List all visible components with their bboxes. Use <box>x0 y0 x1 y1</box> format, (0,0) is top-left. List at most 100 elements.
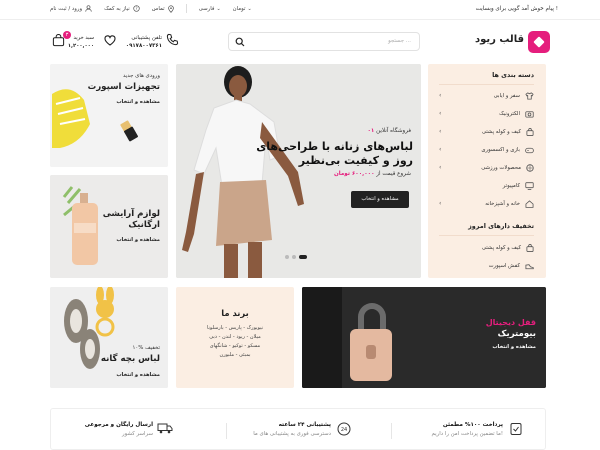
chevron-left-icon: ‹ <box>439 164 442 171</box>
location-icon <box>167 4 174 13</box>
chevron-left-icon: ‹ <box>439 92 442 99</box>
slider-dots <box>285 255 307 259</box>
support-24-icon: 24 <box>337 422 351 436</box>
support-info: تلفن پشتیبانی ۰۹۱۷۸۰۰۷۳۶۱ <box>122 34 162 50</box>
sidebar-item-home[interactable]: ‹ خانه و آشپزخانه <box>439 195 534 213</box>
sidebar-item-label: الکترونیک <box>499 111 520 117</box>
brands-card: برند ما نیویورک - پاریس - بارسلونا میلان… <box>176 287 294 388</box>
card-subtitle: ۱۰% تخفیف <box>132 345 160 351</box>
logo-icon[interactable] <box>528 31 550 53</box>
shirt-icon <box>525 92 534 100</box>
card-link[interactable]: مشاهده و انتخاب <box>116 99 160 105</box>
card-title-line2: ارگانیک <box>128 220 160 230</box>
svg-text:24: 24 <box>341 427 347 433</box>
card-link[interactable]: مشاهده و انتخاب <box>116 237 160 243</box>
sidebar-item-games[interactable]: ‹ بازی و اکسسوری <box>439 141 534 159</box>
hero-cta-button[interactable]: مشاهده و انتخاب <box>351 191 409 208</box>
feature-secure-payment: پرداخت ۱۰۰% مطمئن ما تضمین پرداخت امن را… <box>403 421 503 439</box>
cart-count-badge: ۳ <box>63 31 71 39</box>
cosmetics-card[interactable]: لوازم آرایشی ارگانیک مشاهده و انتخاب <box>50 175 168 278</box>
sidebar-item-sports[interactable]: ‹ محصولات ورزشی <box>439 159 534 177</box>
sidebar-item-bags[interactable]: ‹ کیف و کوله پشتی <box>439 123 534 141</box>
truck-icon <box>157 423 173 434</box>
help-link[interactable]: نیاز به کمک ? <box>104 5 140 12</box>
sidebar-item-electronics[interactable]: ‹ الکترونیک <box>439 105 534 123</box>
contact-label: تماس <box>151 5 165 12</box>
sidebar-item-label: محصولات ورزشی <box>481 165 521 171</box>
card-link[interactable]: مشاهده و انتخاب <box>116 372 160 378</box>
kids-card[interactable]: ۱۰% تخفیف لباس بچه گانه مشاهده و انتخاب <box>50 287 168 388</box>
hero-tag-number: ۰۱ <box>367 128 375 134</box>
offers-title: تخفیف دارهای امروز <box>468 222 534 230</box>
digital-lock-card[interactable]: قفل دیجیتال بیومتریک مشاهده و انتخاب <box>302 287 546 388</box>
lock-title: بیومتریک <box>497 329 536 339</box>
sidebar-item-label: کیف و کوله پشتی <box>481 129 521 135</box>
hero-banner[interactable]: فروشگاه آنلاین ۰۱ لباس‌های زنانه با طراح… <box>176 64 421 278</box>
support-number[interactable]: ۰۹۱۷۸۰۰۷۳۶۱ <box>122 42 162 50</box>
feature-subtitle: سراسر کشور <box>122 431 153 437</box>
card-title: لباس بچه گانه <box>100 354 160 364</box>
sidebar-title: دسته بندی ها <box>492 71 534 79</box>
feature-title: ارسال رایگان و مرجوعی <box>84 422 153 428</box>
top-links: ورود / ثبت نام نیاز به کمک ? تماس فارسی … <box>50 4 252 13</box>
divider <box>185 4 187 13</box>
offer-item-label: کیف و کوله پشتی <box>481 245 521 251</box>
header: قالب ریود جستجو ... تلفن پشتیبانی ۰۹۱۷۸۰… <box>0 20 600 64</box>
divider <box>439 84 534 85</box>
category-sidebar: دسته بندی ها ‹ سفر و ایابی ‹ الکترونیک ‹… <box>428 64 546 278</box>
search-input[interactable]: جستجو ... <box>388 38 411 44</box>
contact-link[interactable]: تماس <box>151 4 174 13</box>
brands-line: بمبئی - ملبورن <box>219 352 251 358</box>
hero-tag-label: فروشگاه آنلاین <box>376 128 411 134</box>
offer-item-shoes[interactable]: کفش اسپورت <box>439 257 534 275</box>
chevron-down-icon: ⌄ <box>247 5 252 12</box>
support-label: تلفن پشتیبانی <box>131 35 162 41</box>
brands-line: میلان - ریود - لندن - دبی <box>209 334 261 340</box>
chevron-down-icon: ⌄ <box>216 5 221 12</box>
hero-title: لباس‌های زنانه با طراحی‌های روز و کیفیت … <box>256 140 413 167</box>
sneaker-image <box>50 64 168 167</box>
search-icon[interactable] <box>235 37 245 47</box>
language-label: فارسی <box>198 5 215 12</box>
feature-title: پشتیبانی ۲۴ ساعته <box>278 422 331 428</box>
card-link[interactable]: مشاهده و انتخاب <box>492 344 536 350</box>
sidebar-item-label: کامپیوتر <box>502 183 520 189</box>
slider-dot[interactable] <box>285 255 289 259</box>
user-icon <box>85 5 92 12</box>
language-select[interactable]: فارسی ⌄ <box>199 6 221 12</box>
card-title: لوازم آرایشی <box>102 209 160 219</box>
phone-icon <box>166 33 179 46</box>
brands-line: نیویورک - پاریس - بارسلونا <box>206 325 264 331</box>
search-bar[interactable]: جستجو ... <box>228 32 420 51</box>
currency-label: تومان <box>232 5 246 12</box>
heart-icon[interactable] <box>104 35 116 46</box>
features-strip: پرداخت ۱۰۰% مطمئن ما تضمین پرداخت امن را… <box>50 408 546 450</box>
sidebar-item-travel[interactable]: ‹ سفر و ایابی <box>439 87 534 105</box>
sports-card[interactable]: ورودی های جدید تجهیزات اسپورت مشاهده و ا… <box>50 64 168 167</box>
divider <box>439 235 534 236</box>
chevron-left-icon: ‹ <box>439 128 442 135</box>
price-value: ۶۰۰,۰۰۰ تومان <box>333 171 375 177</box>
offer-item-bags[interactable]: کیف و کوله پشتی <box>439 239 534 257</box>
chevron-left-icon: ‹ <box>439 200 442 207</box>
feature-subtitle: دسترسی فوری به پشتیبانی های ما <box>253 431 331 437</box>
currency-select[interactable]: تومان ⌄ <box>233 6 252 12</box>
divider <box>391 423 392 439</box>
slider-dot[interactable] <box>292 255 296 259</box>
gamepad-icon <box>525 147 534 153</box>
auth-label: ورود / ثبت نام <box>50 5 83 12</box>
logo-text[interactable]: قالب ریود <box>475 34 524 45</box>
slider-dot-active[interactable] <box>299 255 307 259</box>
price-prefix: شروع قیمت از <box>376 171 411 177</box>
sidebar-item-computer[interactable]: کامپیوتر <box>439 177 534 195</box>
svg-text:?: ? <box>135 6 137 11</box>
card-title: تجهیزات اسپورت <box>87 82 160 92</box>
auth-link[interactable]: ورود / ثبت نام <box>50 5 92 12</box>
sidebar-item-label: بازی و اکسسوری <box>481 147 520 153</box>
shoe-icon <box>525 263 534 269</box>
lock-title-accent: قفل دیجیتال <box>485 318 536 327</box>
brands-list: نیویورک - پاریس - بارسلونا میلان - ریود … <box>176 324 294 360</box>
bag-icon <box>526 244 534 252</box>
brands-title: برند ما <box>221 308 249 318</box>
ball-icon <box>526 164 534 172</box>
